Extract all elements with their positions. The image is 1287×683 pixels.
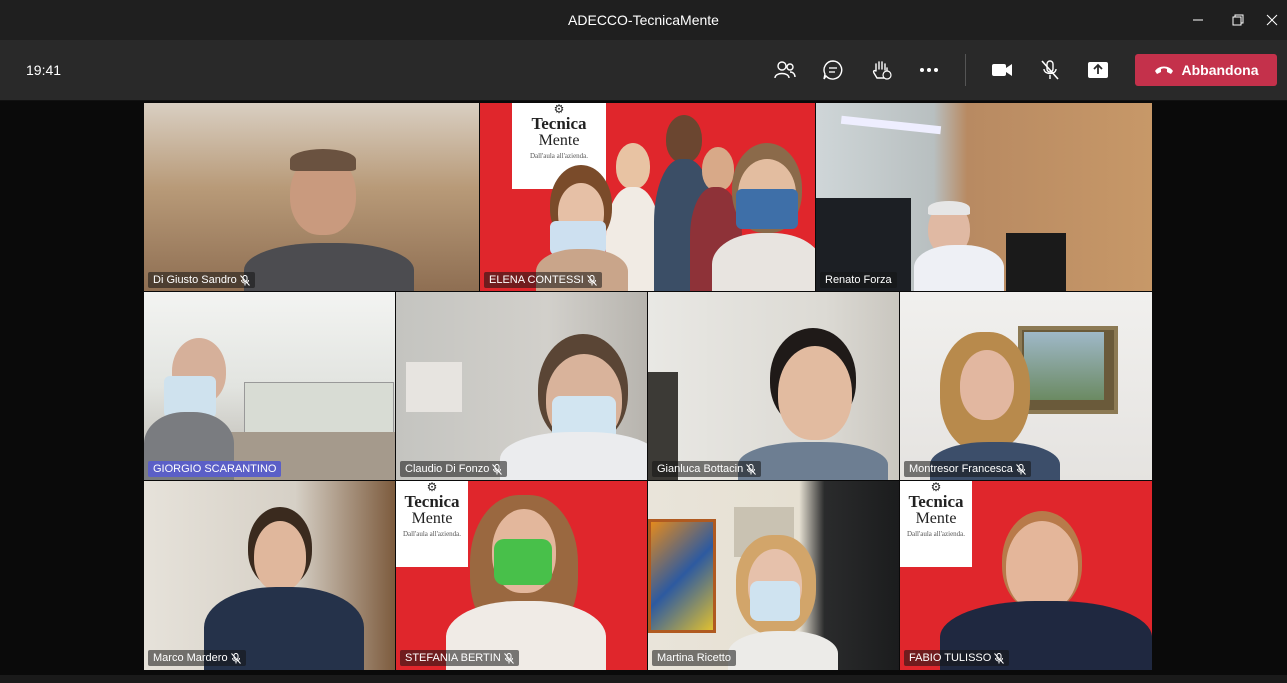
participant-name: Martina Ricetto [657, 652, 731, 664]
participant-nameplate: Claudio Di Fonzo [400, 461, 508, 477]
participant-nameplate: Montresor Francesca [904, 461, 1031, 477]
close-button[interactable] [1257, 0, 1287, 40]
tecnicamente-logo: ⚙ Tecnica Mente Dall'aula all'azienda. [396, 481, 468, 567]
mic-off-icon [239, 274, 250, 286]
tecnicamente-logo: ⚙ Tecnica Mente Dall'aula all'azienda. [900, 481, 972, 567]
meeting-toolbar: 19:41 Abbandona [0, 40, 1287, 101]
participant-name: Claudio Di Fonzo [405, 463, 490, 475]
share-screen-icon [1088, 62, 1108, 78]
video-tile[interactable]: Marco Mardero [143, 480, 397, 671]
mic-off-icon [230, 652, 241, 664]
more-icon [920, 68, 938, 72]
participant-name: Marco Mardero [153, 652, 228, 664]
taskbar-edge [0, 675, 1287, 683]
video-tile[interactable]: GIORGIO SCARANTINO [143, 291, 397, 482]
participant-nameplate-active: GIORGIO SCARANTINO [148, 461, 282, 477]
participant-nameplate: STEFANIA BERTIN [400, 650, 519, 666]
participant-name: Di Giusto Sandro [153, 274, 237, 286]
brand-line1: Tecnica [908, 492, 964, 511]
brand-line1: Tecnica [531, 114, 587, 133]
window-titlebar: ADECCO-TecnicaMente [0, 0, 1287, 40]
raise-hand-button[interactable] [865, 54, 897, 86]
toolbar-separator [965, 54, 966, 86]
brand-tagline: Dall'aula all'azienda. [402, 530, 462, 538]
brand-tagline: Dall'aula all'azienda. [906, 530, 966, 538]
video-tile[interactable]: Martina Ricetto [647, 480, 901, 671]
restore-button[interactable] [1215, 0, 1261, 40]
minimize-icon [1193, 19, 1203, 21]
video-grid: Di Giusto Sandro ⚙ Tecnica Mente Dall'au… [0, 101, 1287, 675]
microphone-button[interactable] [1034, 54, 1066, 86]
participant-nameplate: Renato Forza [820, 272, 897, 288]
video-camera-icon [992, 64, 1012, 76]
chat-button[interactable] [817, 54, 849, 86]
participant-name: STEFANIA BERTIN [405, 652, 501, 664]
restore-icon [1232, 14, 1244, 26]
brand-line2: Mente [915, 510, 957, 527]
participant-nameplate: Di Giusto Sandro [148, 272, 255, 288]
mic-off-icon [503, 652, 514, 664]
video-tile[interactable]: Di Giusto Sandro [143, 102, 481, 293]
video-tile[interactable]: ⚙ Tecnica Mente Dall'aula all'azienda. S… [395, 480, 649, 671]
mic-off-icon [586, 274, 597, 286]
video-tile[interactable]: Montresor Francesca [899, 291, 1153, 482]
video-tile[interactable]: ⚙ Tecnica Mente Dall'aula all'azienda. E… [479, 102, 817, 293]
share-screen-button[interactable] [1082, 54, 1114, 86]
mic-off-icon [1016, 463, 1026, 475]
microphone-muted-icon [1041, 60, 1059, 80]
leave-label: Abbandona [1181, 62, 1259, 78]
participant-name: Renato Forza [825, 274, 892, 286]
video-tile[interactable]: Renato Forza [815, 102, 1153, 293]
brand-line1: Tecnica [404, 492, 460, 511]
brand-line2: Mente [411, 510, 453, 527]
participants-button[interactable] [769, 54, 801, 86]
participant-name: GIORGIO SCARANTINO [153, 463, 277, 475]
mic-off-icon [994, 652, 1005, 664]
leave-button[interactable]: Abbandona [1135, 54, 1277, 86]
more-actions-button[interactable] [913, 54, 945, 86]
mic-off-icon [492, 463, 503, 475]
meeting-clock: 19:41 [26, 62, 62, 78]
participant-name: Gianluca Bottacin [657, 463, 744, 475]
video-tile[interactable]: Gianluca Bottacin [647, 291, 901, 482]
participant-name: FABIO TULISSO [909, 652, 992, 664]
video-tile[interactable]: ⚙ Tecnica Mente Dall'aula all'azienda. F… [899, 480, 1153, 671]
participant-name: ELENA CONTESSI [489, 274, 584, 286]
participant-nameplate: Martina Ricetto [652, 650, 736, 666]
participant-nameplate: ELENA CONTESSI [484, 272, 602, 288]
chat-icon [823, 60, 843, 80]
participant-nameplate: Marco Mardero [148, 650, 246, 666]
window-title: ADECCO-TecnicaMente [568, 12, 719, 28]
close-icon [1266, 14, 1278, 26]
camera-button[interactable] [986, 54, 1018, 86]
brand-line2: Mente [538, 132, 580, 149]
mic-off-icon [746, 463, 757, 475]
participant-name: Montresor Francesca [909, 463, 1013, 475]
participant-nameplate: Gianluca Bottacin [652, 461, 762, 477]
hand-icon [872, 61, 892, 80]
people-icon [774, 61, 796, 79]
brand-tagline: Dall'aula all'azienda. [529, 152, 589, 160]
hang-up-icon [1154, 66, 1173, 74]
video-tile[interactable]: Claudio Di Fonzo [395, 291, 649, 482]
participant-nameplate: FABIO TULISSO [904, 650, 1010, 666]
